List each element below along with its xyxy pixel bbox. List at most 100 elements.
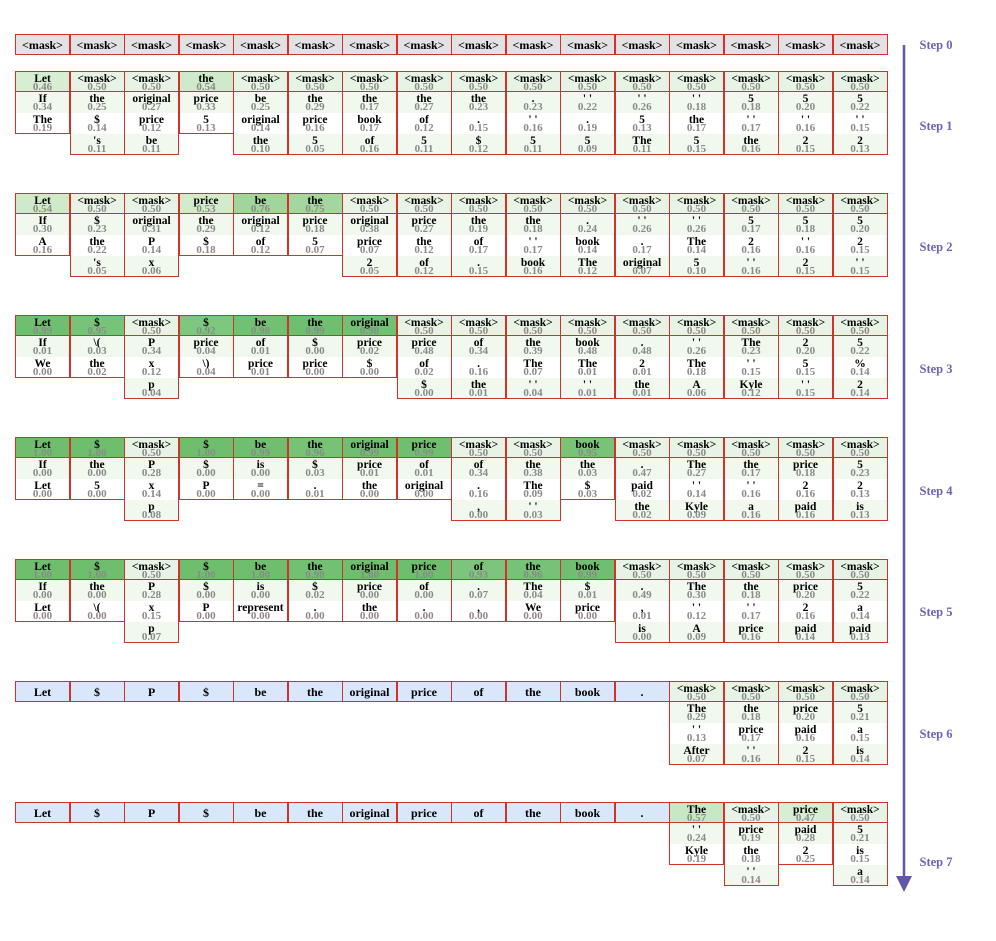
committed-token-cell: the	[505, 802, 561, 823]
token-text: <mask>	[512, 38, 554, 52]
position-top-token-cell: <mask> 0.50	[832, 71, 888, 92]
mask-token-cell: <mask>	[614, 34, 670, 55]
probability-text: 0.14	[686, 244, 707, 256]
token-text: original	[349, 685, 390, 699]
mask-token-cell: <mask>	[342, 34, 397, 55]
probability-text: 0.16	[795, 509, 816, 521]
position-top-token-cell: <mask> 0.50	[124, 437, 179, 458]
candidate-token-cell: 5 0.20	[832, 214, 888, 235]
position-top-token-cell: <mask> 0.50	[342, 193, 397, 214]
token-text: <mask>	[348, 38, 390, 52]
mask-token-cell: <mask>	[69, 34, 125, 55]
probability-text: 0.15	[795, 387, 816, 399]
candidate-token-cell: book 0.16	[505, 256, 561, 277]
probability-text: 0.17	[359, 101, 380, 113]
position-top-token-cell: <mask> 0.50	[778, 559, 833, 580]
probability-text: 0.50	[850, 203, 870, 214]
candidate-token-cell: ' ' 0.16	[505, 113, 561, 134]
candidate-token-cell: . 0.19	[560, 113, 615, 134]
mask-token-cell: <mask>	[723, 34, 779, 55]
probability-text: 0.18	[196, 244, 216, 256]
candidate-token-cell: price 0.12	[124, 113, 179, 134]
probability-text: 0.18	[523, 223, 543, 235]
probability-text: 0.00	[359, 366, 380, 378]
probability-text: 0.00	[32, 366, 53, 378]
step-label: Step 4	[919, 484, 953, 498]
candidate-token-cell: price 0.20	[778, 702, 833, 723]
probability-text: 0.24	[686, 832, 707, 844]
probability-text: 0.12	[686, 610, 707, 622]
candidate-token-cell: . 0.17	[614, 235, 670, 256]
position-top-token-cell: the 0.96	[505, 559, 561, 580]
probability-text: 0.04	[196, 345, 216, 357]
probability-text: 0.46	[32, 81, 53, 92]
candidate-token-cell: 5 0.15	[778, 357, 833, 378]
candidate-token-cell: price 0.00	[342, 580, 397, 601]
probability-text: 0.13	[850, 488, 870, 500]
candidate-token-cell: price 0.20	[778, 580, 833, 601]
probability-text: 0.15	[850, 853, 870, 865]
mask-token-cell: <mask>	[124, 34, 179, 55]
candidate-token-cell: be 0.25	[233, 92, 288, 113]
candidate-token-cell: \(0.00	[69, 601, 125, 622]
candidate-token-cell: the 0.39	[505, 336, 561, 357]
position-top-token-cell: <mask> 0.50	[560, 71, 615, 92]
probability-text: 0.50	[741, 81, 761, 92]
candidate-token-cell: the 0.29	[178, 214, 234, 235]
candidate-token-cell: , 0.00	[451, 500, 506, 521]
probability-text: 0.23	[468, 101, 489, 113]
probability-text: 0.50	[359, 203, 380, 214]
candidate-token-cell: . 0.23	[505, 92, 561, 113]
candidate-token-cell: the 0.00	[69, 580, 125, 601]
candidate-token-cell: the 0.17	[669, 113, 724, 134]
position-top-token-cell: price 0.47	[778, 802, 833, 823]
candidate-token-cell: $0.23	[69, 214, 125, 235]
token-text: price	[411, 806, 437, 820]
candidate-token-cell: $0.03	[287, 458, 343, 479]
probability-text: 0.25	[795, 853, 816, 865]
probability-text: 0.48	[632, 345, 652, 357]
probability-text: 0.25	[250, 101, 271, 113]
candidate-token-cell: price 0.48	[396, 336, 452, 357]
candidate-token-cell: If 0.34	[15, 92, 70, 113]
candidate-token-cell: original 0.00	[396, 479, 452, 500]
token-text: .	[640, 685, 644, 699]
candidate-token-cell: . 0.15	[451, 256, 506, 277]
probability-text: 0.99	[32, 325, 53, 336]
probability-text: 0.20	[795, 711, 816, 723]
candidate-token-cell: 2 0.16	[778, 601, 833, 622]
position-top-token-cell: <mask> 0.50	[832, 802, 888, 823]
probability-text: 0.00	[196, 488, 216, 500]
candidate-token-cell: 2 0.15	[778, 256, 833, 277]
candidate-token-cell: paid 0.02	[614, 479, 670, 500]
probability-text: 0.09	[686, 509, 707, 521]
position-top-token-cell: <mask> 0.50	[832, 681, 888, 702]
position-top-token-cell: original 1.00	[342, 559, 397, 580]
candidate-token-cell: . 0.49	[614, 580, 670, 601]
probability-text: 0.04	[523, 387, 543, 399]
probability-text: 0.01	[577, 387, 598, 399]
probability-text: 0.00	[305, 345, 325, 357]
probability-text: 0.26	[632, 223, 652, 235]
candidate-token-cell: price 0.02	[342, 336, 397, 357]
probability-text: 0.92	[196, 325, 216, 336]
candidate-token-cell: the 0.22	[69, 235, 125, 256]
probability-text: 0.17	[686, 122, 707, 134]
probability-text: 0.50	[795, 325, 816, 336]
mask-token-cell: <mask>	[669, 34, 724, 55]
candidate-token-cell: the 0.02	[614, 500, 670, 521]
probability-text: 0.18	[741, 101, 761, 113]
candidate-token-cell: 5 0.05	[287, 134, 343, 155]
probability-text: 1.00	[196, 447, 216, 458]
probability-text: 0.07	[359, 244, 380, 256]
candidate-token-cell: ' ' 0.17	[723, 113, 779, 134]
position-top-token-cell: <mask> 0.50	[124, 315, 179, 336]
candidate-token-cell: of 0.12	[233, 235, 288, 256]
candidate-token-cell: is 0.14	[832, 744, 888, 765]
candidate-token-cell: original 0.27	[124, 92, 179, 113]
probability-text: 0.15	[795, 143, 816, 155]
probability-text: 0.12	[741, 387, 761, 399]
candidate-token-cell: . 0.15	[451, 113, 506, 134]
candidate-token-cell: P 0.28	[124, 458, 179, 479]
candidate-token-cell: 2 0.15	[778, 134, 833, 155]
